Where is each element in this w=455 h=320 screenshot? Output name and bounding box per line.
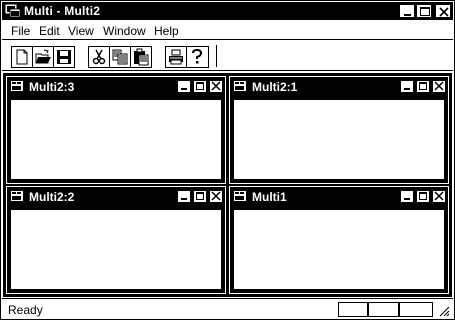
cut-button[interactable] <box>89 47 109 67</box>
close-button[interactable] <box>435 4 451 18</box>
child-title-bar[interactable]: Multi2:1 <box>232 79 446 95</box>
document-icon <box>10 79 25 94</box>
child-minimize-button[interactable] <box>177 190 191 203</box>
menu-window[interactable]: Window <box>103 24 146 38</box>
status-bar: Ready <box>2 298 453 318</box>
toolbar-group-file <box>11 46 75 68</box>
open-button[interactable] <box>33 47 53 67</box>
menu-file[interactable]: File <box>11 24 30 38</box>
child-title-bar[interactable]: Multi2:2 <box>9 189 223 205</box>
child-title: Multi2:2 <box>29 190 75 204</box>
status-text: Ready <box>8 303 43 317</box>
child-window-multi2-2[interactable]: Multi2:2 <box>6 186 226 294</box>
menu-edit[interactable]: Edit <box>39 24 60 38</box>
child-maximize-button[interactable] <box>193 80 207 93</box>
copy-button[interactable] <box>110 47 130 67</box>
child-title-bar[interactable]: Multi2:3 <box>9 79 223 95</box>
child-close-button[interactable] <box>432 80 446 93</box>
toolbar-group-edit <box>88 46 152 68</box>
toolbar <box>2 41 453 71</box>
child-content-area[interactable] <box>233 209 445 290</box>
status-pane-2 <box>368 302 399 317</box>
toolbar-end-divider <box>216 45 217 67</box>
app-icon[interactable] <box>5 3 21 19</box>
status-pane-3 <box>399 302 433 317</box>
title-bar[interactable]: Multi - Multi2 <box>2 2 453 20</box>
toolbar-group-misc <box>165 46 209 68</box>
document-icon <box>233 189 248 204</box>
resize-grip-icon[interactable] <box>438 305 450 320</box>
minimize-button[interactable] <box>399 4 415 18</box>
child-close-button[interactable] <box>432 190 446 203</box>
child-title-bar[interactable]: Multi1 <box>232 189 446 205</box>
child-maximize-button[interactable] <box>416 80 430 93</box>
print-button[interactable] <box>166 47 186 67</box>
child-window-multi2-3[interactable]: Multi2:3 <box>6 76 226 184</box>
child-content-area[interactable] <box>10 99 222 180</box>
maximize-button[interactable] <box>416 4 432 18</box>
document-icon <box>10 189 25 204</box>
help-button[interactable] <box>187 47 207 67</box>
child-close-button[interactable] <box>209 190 223 203</box>
mdi-client-area: Multi2:3 Multi2:1 Multi2:2 Multi1 <box>3 73 452 297</box>
child-minimize-button[interactable] <box>177 80 191 93</box>
child-title: Multi2:1 <box>252 80 298 94</box>
new-button[interactable] <box>12 47 32 67</box>
child-title: Multi1 <box>252 190 287 204</box>
window-title: Multi - Multi2 <box>24 4 101 18</box>
child-minimize-button[interactable] <box>400 190 414 203</box>
child-window-multi1[interactable]: Multi1 <box>229 186 449 294</box>
child-close-button[interactable] <box>209 80 223 93</box>
child-window-multi2-1[interactable]: Multi2:1 <box>229 76 449 184</box>
child-maximize-button[interactable] <box>193 190 207 203</box>
document-icon <box>233 79 248 94</box>
child-title: Multi2:3 <box>29 80 75 94</box>
menu-view[interactable]: View <box>68 24 94 38</box>
child-minimize-button[interactable] <box>400 80 414 93</box>
child-content-area[interactable] <box>233 99 445 180</box>
main-window: Multi - Multi2 File Edit View Window Hel… <box>0 0 455 320</box>
status-pane-1 <box>338 302 368 317</box>
menu-bar: File Edit View Window Help <box>2 21 453 40</box>
child-maximize-button[interactable] <box>416 190 430 203</box>
paste-button[interactable] <box>131 47 151 67</box>
save-button[interactable] <box>54 47 74 67</box>
child-content-area[interactable] <box>10 209 222 290</box>
menu-help[interactable]: Help <box>154 24 179 38</box>
